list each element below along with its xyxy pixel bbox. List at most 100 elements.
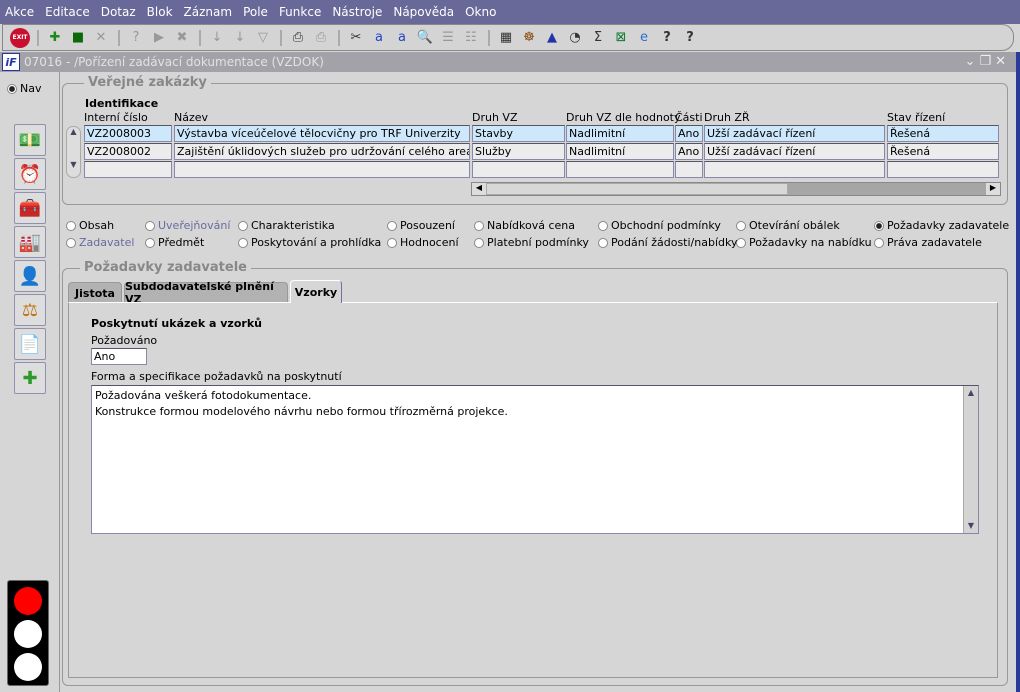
horizontal-scrollbar[interactable]: ◀ ▶ <box>471 182 1001 196</box>
exit-button[interactable]: EXIT <box>9 27 31 48</box>
section-radio[interactable]: Předmět <box>145 236 204 249</box>
record-scrollbar[interactable]: ▲ ▼ <box>66 126 81 178</box>
section-radio[interactable]: Poskytování a prohlídka <box>238 236 381 249</box>
delete-record-icon[interactable]: ✕ <box>90 28 112 48</box>
sidebar-button-toolbox[interactable]: 🧰 <box>14 192 46 224</box>
copy-icon[interactable]: a <box>368 28 390 48</box>
menu-blok[interactable]: Blok <box>147 5 173 19</box>
sort-asc-icon[interactable]: ↓ <box>206 28 228 48</box>
table-cell[interactable]: Řešená <box>887 143 999 160</box>
table-cell[interactable]: Užší zadávací řízení <box>704 143 885 160</box>
alert-icon[interactable]: ▲ <box>541 28 563 48</box>
help-icon[interactable]: ? <box>656 28 678 48</box>
menu-okno[interactable]: Okno <box>465 5 496 19</box>
sort-desc-icon[interactable]: ↓ <box>229 28 251 48</box>
menu-funkce[interactable]: Funkce <box>279 5 321 19</box>
table-cell[interactable]: Řešená <box>887 125 999 142</box>
table-cell[interactable] <box>84 161 172 178</box>
section-radio[interactable]: Hodnocení <box>387 236 459 249</box>
tab-jistota[interactable]: Jistota <box>68 282 122 303</box>
menu-pole[interactable]: Pole <box>243 5 268 19</box>
scroll-left-icon[interactable]: ◀ <box>472 183 486 195</box>
list-icon[interactable]: ☰ <box>437 28 459 48</box>
section-radio[interactable]: Požadavky zadavatele <box>874 219 1009 232</box>
clock-icon[interactable]: ◔ <box>564 28 586 48</box>
section-radio[interactable]: Podání žádosti/nabídky <box>598 236 737 249</box>
table-cell[interactable] <box>675 161 703 178</box>
scroll-up-icon[interactable]: ▲ <box>67 127 80 136</box>
section-radio[interactable]: Práva zadavatele <box>874 236 982 249</box>
menu-zaznam[interactable]: Záznam <box>184 5 233 19</box>
nav-radio[interactable]: Nav <box>7 82 41 95</box>
section-radio[interactable]: Platební podmínky <box>474 236 589 249</box>
table-cell[interactable] <box>887 161 999 178</box>
textarea-scrollbar[interactable]: ▲ ▼ <box>963 386 978 533</box>
section-radio[interactable]: Obchodní podmínky <box>598 219 721 232</box>
section-radio[interactable]: Charakteristika <box>238 219 335 232</box>
scrollbar-thumb[interactable] <box>486 183 788 195</box>
section-radio[interactable]: Posouzení <box>387 219 455 232</box>
scroll-down-icon[interactable]: ▼ <box>964 519 978 533</box>
scroll-right-icon[interactable]: ▶ <box>986 183 1000 195</box>
table-cell[interactable] <box>704 161 885 178</box>
tab-subdodavatelske-plneni[interactable]: Subdodavatelské plnění VZ <box>124 280 288 306</box>
menu-nastroje[interactable]: Nástroje <box>332 5 382 19</box>
sidebar-button-document[interactable]: 📄 <box>14 328 46 360</box>
sidebar-button-scales[interactable]: ⚖ <box>14 294 46 326</box>
zoom-icon[interactable]: 🔍 <box>414 28 436 48</box>
table-cell[interactable]: VZ2008003 <box>84 125 172 142</box>
internet-icon[interactable]: e <box>633 28 655 48</box>
paste-icon[interactable]: a <box>391 28 413 48</box>
section-radio[interactable]: Požadavky na nabídku <box>736 236 872 249</box>
table-cell[interactable]: VZ2008002 <box>84 143 172 160</box>
table-cell[interactable]: Ano <box>675 143 703 160</box>
table-cell[interactable]: Stavby <box>472 125 565 142</box>
scroll-up-icon[interactable]: ▲ <box>964 386 978 400</box>
columns-icon[interactable]: ☷ <box>460 28 482 48</box>
table-cell[interactable]: Užší zadávací řízení <box>704 125 885 142</box>
sidebar-button-person[interactable]: 👤 <box>14 260 46 292</box>
minimize-icon[interactable]: ⌄ <box>965 54 980 69</box>
about-icon[interactable]: ? <box>679 28 701 48</box>
table-cell[interactable]: Zajištění úklidových služeb pro udržován… <box>174 143 470 160</box>
pozadovano-field[interactable]: Ano <box>91 348 147 365</box>
table-cell[interactable]: Nadlimitní <box>566 125 674 142</box>
forma-textarea[interactable]: Požadována veškerá fotodokumentace. Kons… <box>91 385 979 534</box>
section-radio[interactable]: Otevírání obálek <box>736 219 840 232</box>
section-radio[interactable]: Obsah <box>66 219 114 232</box>
print-icon[interactable]: ⎙ <box>287 28 309 48</box>
section-radio[interactable]: Uveřejňování <box>145 219 230 232</box>
save-icon[interactable]: ■ <box>67 28 89 48</box>
table-cell[interactable]: Služby <box>472 143 565 160</box>
export-icon[interactable]: ▦ <box>495 28 517 48</box>
table-cell[interactable]: Ano <box>675 125 703 142</box>
sum-icon[interactable]: Σ <box>587 28 609 48</box>
sidebar-button-new-document[interactable]: ✚ <box>14 362 46 394</box>
section-radio[interactable]: Zadavatel <box>66 236 134 249</box>
sidebar-button-factory[interactable]: 🏭 <box>14 226 46 258</box>
menu-akce[interactable]: Akce <box>5 5 34 19</box>
tab-vzorky[interactable]: Vzorky <box>290 280 342 303</box>
sidebar-button-clock[interactable]: ⏰ <box>14 158 46 190</box>
table-cell[interactable] <box>174 161 470 178</box>
section-radio[interactable]: Nabídková cena <box>474 219 575 232</box>
menu-napoveda[interactable]: Nápověda <box>393 5 454 19</box>
menu-dotaz[interactable]: Dotaz <box>101 5 136 19</box>
navigator-icon[interactable]: ☸ <box>518 28 540 48</box>
insert-record-icon[interactable]: ✚ <box>44 28 66 48</box>
table-cell[interactable] <box>566 161 674 178</box>
cut-icon[interactable]: ✂ <box>345 28 367 48</box>
query-help-icon[interactable]: ? <box>125 28 147 48</box>
close-icon[interactable]: ✕ <box>995 54 1010 69</box>
sidebar-button-money[interactable]: 💵 <box>14 124 46 156</box>
menu-editace[interactable]: Editace <box>45 5 90 19</box>
print-setup-icon[interactable]: ⎙ <box>310 28 332 48</box>
cancel-query-icon[interactable]: ✖ <box>171 28 193 48</box>
filter-icon[interactable]: ▽ <box>252 28 274 48</box>
excel-icon[interactable]: ⊠ <box>610 28 632 48</box>
scroll-down-icon[interactable]: ▼ <box>67 160 80 169</box>
table-cell[interactable]: Nadlimitní <box>566 143 674 160</box>
restore-icon[interactable]: ❐ <box>979 54 995 69</box>
table-cell[interactable] <box>472 161 565 178</box>
execute-query-icon[interactable]: ▶ <box>148 28 170 48</box>
